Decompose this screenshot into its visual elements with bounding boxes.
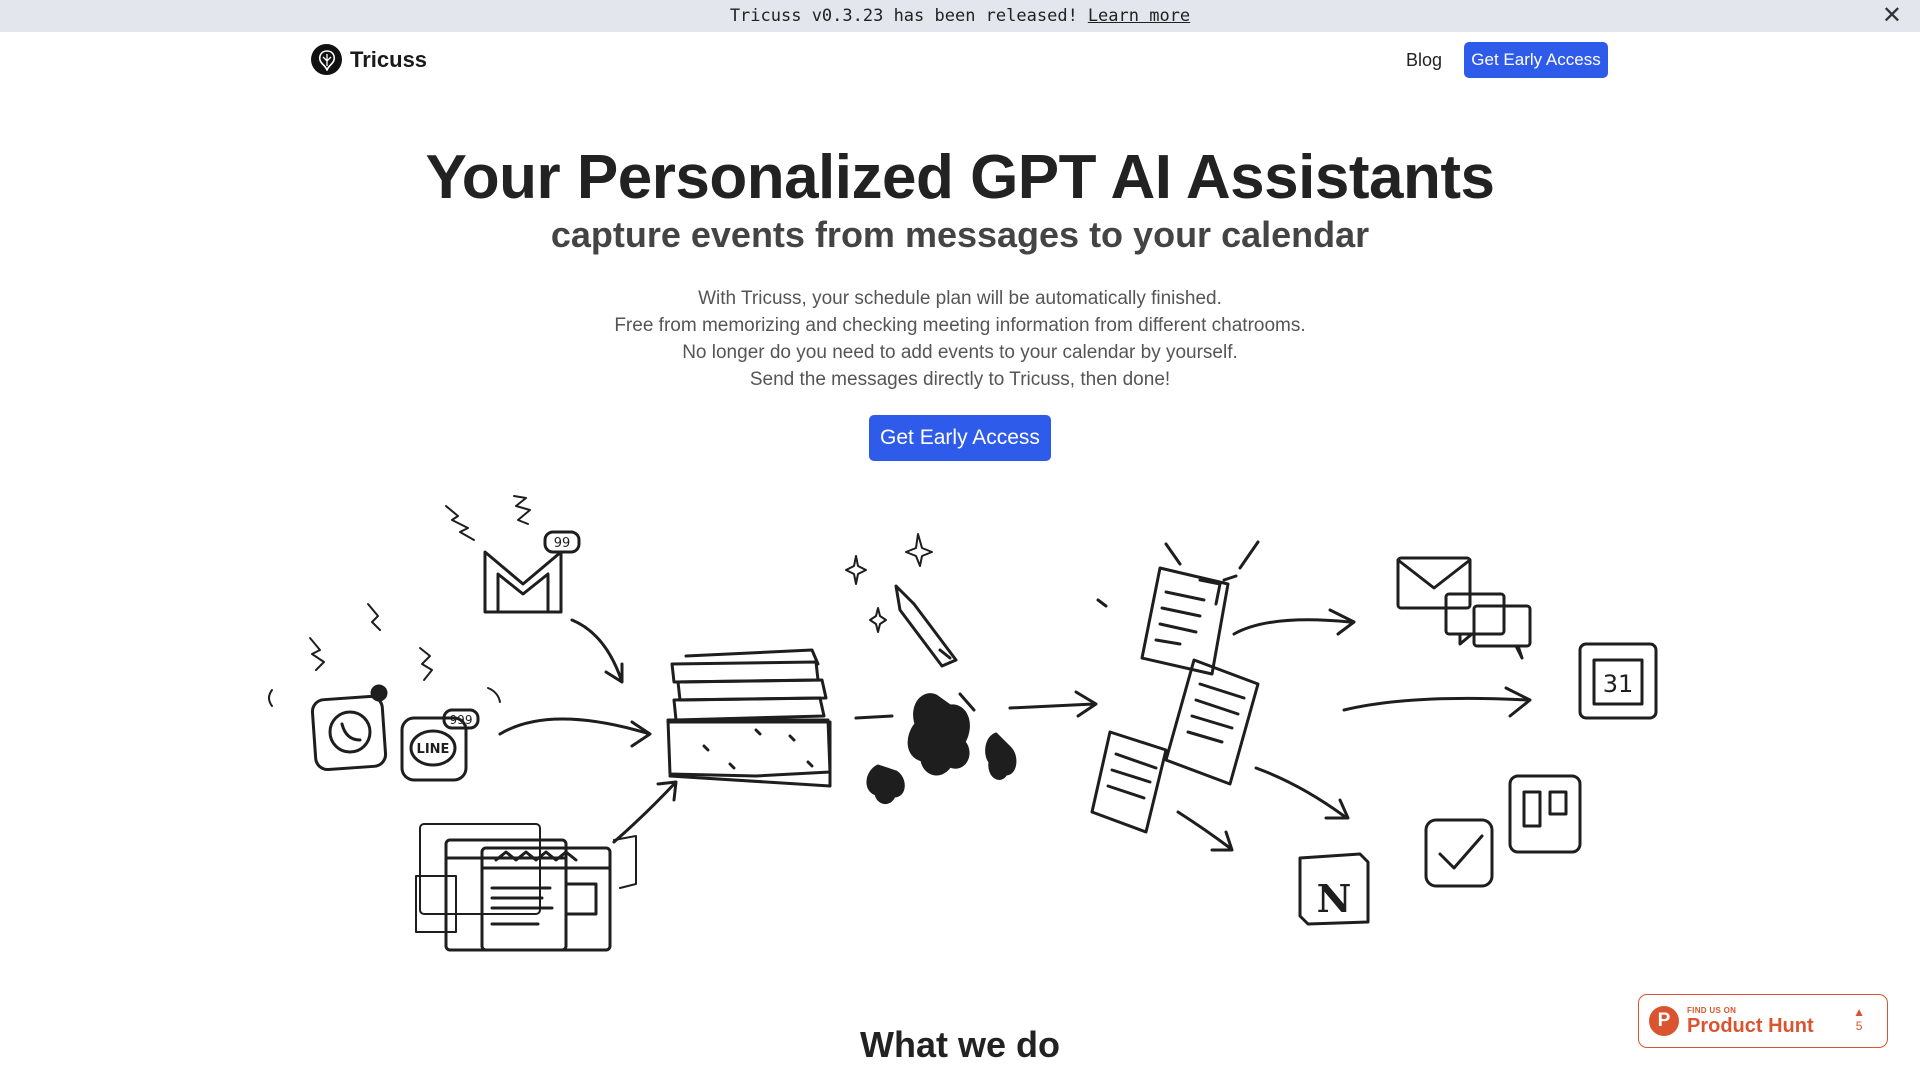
line-badge-count: 999 [450,713,473,727]
arrow-icon [1176,810,1234,852]
mail-badge-count: 99 [554,536,571,551]
announcement-banner: Tricuss v0.3.23 has been released! Learn… [0,0,1920,32]
vote-count: 5 [1855,1019,1863,1033]
notion-app-icon: N [1298,852,1370,926]
arrow-icon [854,714,894,720]
product-hunt-votes: ▲ 5 [1853,1005,1865,1033]
buzz-lines-icon [268,495,531,707]
documents-icon [1090,540,1260,834]
nav-blog-link[interactable]: Blog [1406,50,1442,71]
brand-name: Tricuss [350,46,428,72]
nav-get-early-access-button[interactable]: Get Early Access [1464,42,1608,78]
worker-creatures-icon [866,692,1017,804]
arrow-icon [612,780,678,844]
description-line: With Tricuss, your schedule plan will be… [698,288,1222,309]
product-hunt-badge[interactable]: P FIND US ON Product Hunt ▲ 5 [1638,994,1888,1048]
upvote-arrow-icon: ▲ [1853,1005,1865,1019]
mail-chat-icon [1396,556,1532,660]
hero-description: With Tricuss, your schedule plan will be… [0,285,1920,393]
learn-more-link[interactable]: Learn more [1088,6,1190,26]
banner-message: Tricuss v0.3.23 has been released! [729,6,1078,26]
inbox-stack-icon [666,648,832,788]
arrow-icon [498,717,652,748]
gmail-icon [483,550,563,614]
section-title-what-we-do: What we do [860,1024,1060,1065]
description-line: Free from memorizing and checking meetin… [614,315,1306,336]
description-line: No longer do you need to add events to y… [682,342,1238,363]
todo-check-icon [1424,818,1494,888]
browser-windows-icon [415,823,637,952]
arrow-icon [1008,690,1098,718]
calendar-day: 31 [1603,670,1634,698]
workflow-illustration: 99 LINE 999 31 N [268,495,1658,952]
top-navigation: Tricuss Blog Get Early Access [0,32,1920,88]
close-icon[interactable]: ✕ [1882,3,1902,27]
line-app-icon: LINE 999 [400,708,480,782]
description-line: Send the messages directly to Tricuss, t… [749,369,1171,390]
arrow-icon [1254,766,1350,820]
hero-get-early-access-button[interactable]: Get Early Access [869,415,1051,461]
page-title: Your Personalized GPT AI Assistants [425,143,1495,212]
arrow-icon [1342,686,1532,718]
calendar-icon: 31 [1578,642,1658,720]
tricuss-logo-icon [311,44,342,75]
notion-letter: N [1317,876,1352,921]
page-subtitle: capture events from messages to your cal… [550,214,1370,255]
board-app-icon [1508,774,1582,854]
whatsapp-icon [310,684,388,772]
magic-wand-icon [845,533,958,668]
arrow-icon [1232,608,1356,636]
product-hunt-small-text: FIND US ON [1687,1005,1737,1015]
brand-logo[interactable]: Tricuss [311,44,427,75]
product-hunt-name: Product Hunt [1687,1014,1814,1037]
product-hunt-text: FIND US ON Product Hunt [1687,1006,1814,1037]
product-hunt-logo-icon: P [1649,1006,1679,1036]
mail-badge-icon: 99 [543,530,581,554]
arrow-icon [570,618,624,684]
line-label: LINE [417,742,450,757]
